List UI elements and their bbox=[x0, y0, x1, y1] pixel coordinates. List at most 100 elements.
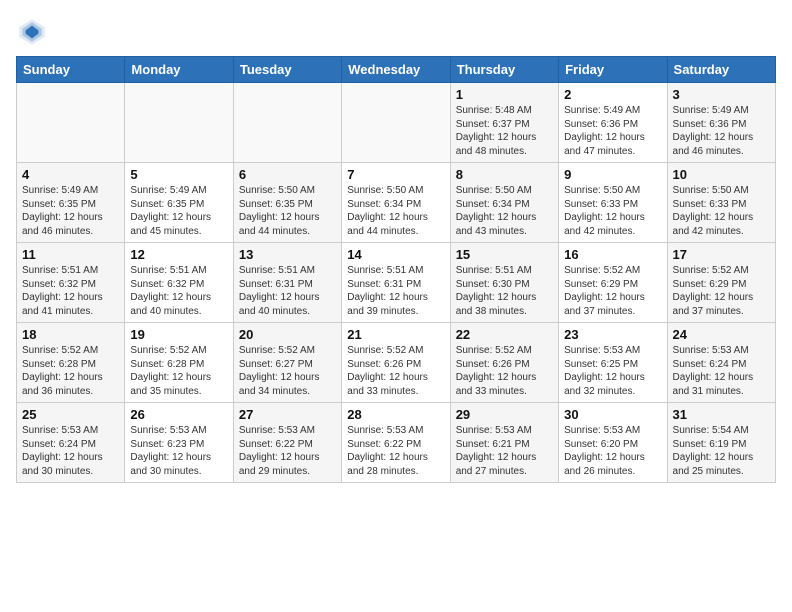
cell-content: Sunrise: 5:52 AM Sunset: 6:27 PM Dayligh… bbox=[239, 344, 336, 398]
cell-content: Sunrise: 5:51 AM Sunset: 6:31 PM Dayligh… bbox=[239, 264, 336, 318]
calendar-cell: 24Sunrise: 5:53 AM Sunset: 6:24 PM Dayli… bbox=[667, 323, 775, 403]
calendar-cell: 13 Sunrise: 5:51 AM Sunset: 6:31 PM Dayli… bbox=[233, 243, 341, 323]
calendar-week-1: 1 Sunrise: 5:48 AM Sunset: 6:37 PM Daylig… bbox=[17, 83, 776, 163]
calendar-header-wednesday: Wednesday bbox=[342, 57, 450, 83]
cell-content: Sunrise: 5:53 AM Sunset: 6:21 PM Dayligh… bbox=[456, 424, 553, 478]
cell-content: Sunrise: 5:52 AM Sunset: 6:29 PM Dayligh… bbox=[673, 264, 770, 318]
calendar-cell: 28 Sunrise: 5:53 AM Sunset: 6:22 PM Dayli… bbox=[342, 403, 450, 483]
day-number: 16 bbox=[564, 247, 661, 262]
calendar-header-saturday: Saturday bbox=[667, 57, 775, 83]
day-number: 7 bbox=[347, 167, 444, 182]
day-number: 2 bbox=[564, 87, 661, 102]
cell-content: Sunrise: 5:53 AM Sunset: 6:22 PM Dayligh… bbox=[347, 424, 444, 478]
day-number: 19 bbox=[130, 327, 227, 342]
calendar-header-thursday: Thursday bbox=[450, 57, 558, 83]
calendar-cell: 2 Sunrise: 5:49 AM Sunset: 6:36 PM Daylig… bbox=[559, 83, 667, 163]
calendar-cell: 8 Sunrise: 5:50 AM Sunset: 6:34 PM Daylig… bbox=[450, 163, 558, 243]
cell-content: Sunrise: 5:51 AM Sunset: 6:32 PM Dayligh… bbox=[22, 264, 119, 318]
day-number: 27 bbox=[239, 407, 336, 422]
calendar-cell: 19Sunrise: 5:52 AM Sunset: 6:28 PM Dayli… bbox=[125, 323, 233, 403]
calendar-header-row: SundayMondayTuesdayWednesdayThursdayFrid… bbox=[17, 57, 776, 83]
calendar-cell: 29 Sunrise: 5:53 AM Sunset: 6:21 PM Dayli… bbox=[450, 403, 558, 483]
day-number: 12 bbox=[130, 247, 227, 262]
calendar-cell: 18 Sunrise: 5:52 AM Sunset: 6:28 PM Dayli… bbox=[17, 323, 125, 403]
calendar-cell bbox=[342, 83, 450, 163]
day-number: 14 bbox=[347, 247, 444, 262]
day-number: 10 bbox=[673, 167, 770, 182]
cell-content: Sunrise: 5:48 AM Sunset: 6:37 PM Dayligh… bbox=[456, 104, 553, 158]
cell-content: Sunrise: 5:54 AM Sunset: 6:19 PM Dayligh… bbox=[673, 424, 770, 478]
calendar-cell: 20 Sunrise: 5:52 AM Sunset: 6:27 PM Dayli… bbox=[233, 323, 341, 403]
calendar-week-2: 4 Sunrise: 5:49 AM Sunset: 6:35 PM Daylig… bbox=[17, 163, 776, 243]
cell-content: Sunrise: 5:50 AM Sunset: 6:33 PM Dayligh… bbox=[564, 184, 661, 238]
calendar-header-friday: Friday bbox=[559, 57, 667, 83]
day-number: 13 bbox=[239, 247, 336, 262]
cell-content: Sunrise: 5:53 AM Sunset: 6:24 PM Dayligh… bbox=[22, 424, 119, 478]
day-number: 4 bbox=[22, 167, 119, 182]
day-number: 28 bbox=[347, 407, 444, 422]
day-number: 18 bbox=[22, 327, 119, 342]
calendar-cell: 17 Sunrise: 5:52 AM Sunset: 6:29 PM Dayli… bbox=[667, 243, 775, 323]
cell-content: Sunrise: 5:52 AM Sunset: 6:26 PM Dayligh… bbox=[347, 344, 444, 398]
day-number: 31 bbox=[673, 407, 770, 422]
cell-content: Sunrise: 5:49 AM Sunset: 6:35 PM Dayligh… bbox=[22, 184, 119, 238]
calendar-cell: 4 Sunrise: 5:49 AM Sunset: 6:35 PM Daylig… bbox=[17, 163, 125, 243]
cell-content: Sunrise: 5:53 AM Sunset: 6:23 PM Dayligh… bbox=[130, 424, 227, 478]
calendar-table: SundayMondayTuesdayWednesdayThursdayFrid… bbox=[16, 56, 776, 483]
calendar-header-tuesday: Tuesday bbox=[233, 57, 341, 83]
calendar-cell: 26Sunrise: 5:53 AM Sunset: 6:23 PM Dayli… bbox=[125, 403, 233, 483]
calendar-cell: 27 Sunrise: 5:53 AM Sunset: 6:22 PM Dayli… bbox=[233, 403, 341, 483]
cell-content: Sunrise: 5:50 AM Sunset: 6:34 PM Dayligh… bbox=[456, 184, 553, 238]
calendar-cell: 15 Sunrise: 5:51 AM Sunset: 6:30 PM Dayli… bbox=[450, 243, 558, 323]
cell-content: Sunrise: 5:52 AM Sunset: 6:28 PM Dayligh… bbox=[22, 344, 119, 398]
cell-content: Sunrise: 5:53 AM Sunset: 6:22 PM Dayligh… bbox=[239, 424, 336, 478]
calendar-cell: 21Sunrise: 5:52 AM Sunset: 6:26 PM Dayli… bbox=[342, 323, 450, 403]
day-number: 22 bbox=[456, 327, 553, 342]
calendar-cell: 5Sunrise: 5:49 AM Sunset: 6:35 PM Daylig… bbox=[125, 163, 233, 243]
cell-content: Sunrise: 5:51 AM Sunset: 6:32 PM Dayligh… bbox=[130, 264, 227, 318]
day-number: 8 bbox=[456, 167, 553, 182]
day-number: 15 bbox=[456, 247, 553, 262]
day-number: 11 bbox=[22, 247, 119, 262]
calendar-header-sunday: Sunday bbox=[17, 57, 125, 83]
cell-content: Sunrise: 5:49 AM Sunset: 6:35 PM Dayligh… bbox=[130, 184, 227, 238]
calendar-week-5: 25 Sunrise: 5:53 AM Sunset: 6:24 PM Dayli… bbox=[17, 403, 776, 483]
calendar-cell: 23Sunrise: 5:53 AM Sunset: 6:25 PM Dayli… bbox=[559, 323, 667, 403]
calendar-cell: 1 Sunrise: 5:48 AM Sunset: 6:37 PM Daylig… bbox=[450, 83, 558, 163]
cell-content: Sunrise: 5:53 AM Sunset: 6:25 PM Dayligh… bbox=[564, 344, 661, 398]
calendar-week-3: 11 Sunrise: 5:51 AM Sunset: 6:32 PM Dayli… bbox=[17, 243, 776, 323]
logo-icon bbox=[16, 16, 48, 48]
calendar-cell: 3 Sunrise: 5:49 AM Sunset: 6:36 PM Daylig… bbox=[667, 83, 775, 163]
calendar-cell: 14 Sunrise: 5:51 AM Sunset: 6:31 PM Dayli… bbox=[342, 243, 450, 323]
calendar-cell bbox=[233, 83, 341, 163]
calendar-cell: 6Sunrise: 5:50 AM Sunset: 6:35 PM Daylig… bbox=[233, 163, 341, 243]
calendar-header-monday: Monday bbox=[125, 57, 233, 83]
day-number: 25 bbox=[22, 407, 119, 422]
calendar-cell: 30Sunrise: 5:53 AM Sunset: 6:20 PM Dayli… bbox=[559, 403, 667, 483]
calendar-cell bbox=[17, 83, 125, 163]
day-number: 24 bbox=[673, 327, 770, 342]
calendar-cell: 9 Sunrise: 5:50 AM Sunset: 6:33 PM Daylig… bbox=[559, 163, 667, 243]
day-number: 29 bbox=[456, 407, 553, 422]
calendar-cell bbox=[125, 83, 233, 163]
day-number: 17 bbox=[673, 247, 770, 262]
cell-content: Sunrise: 5:50 AM Sunset: 6:33 PM Dayligh… bbox=[673, 184, 770, 238]
day-number: 1 bbox=[456, 87, 553, 102]
cell-content: Sunrise: 5:51 AM Sunset: 6:30 PM Dayligh… bbox=[456, 264, 553, 318]
day-number: 30 bbox=[564, 407, 661, 422]
calendar-cell: 22 Sunrise: 5:52 AM Sunset: 6:26 PM Dayli… bbox=[450, 323, 558, 403]
calendar-week-4: 18 Sunrise: 5:52 AM Sunset: 6:28 PM Dayli… bbox=[17, 323, 776, 403]
day-number: 20 bbox=[239, 327, 336, 342]
cell-content: Sunrise: 5:51 AM Sunset: 6:31 PM Dayligh… bbox=[347, 264, 444, 318]
calendar-cell: 12 Sunrise: 5:51 AM Sunset: 6:32 PM Dayli… bbox=[125, 243, 233, 323]
day-number: 6 bbox=[239, 167, 336, 182]
day-number: 9 bbox=[564, 167, 661, 182]
cell-content: Sunrise: 5:49 AM Sunset: 6:36 PM Dayligh… bbox=[673, 104, 770, 158]
calendar-cell: 31 Sunrise: 5:54 AM Sunset: 6:19 PM Dayli… bbox=[667, 403, 775, 483]
calendar-cell: 10 Sunrise: 5:50 AM Sunset: 6:33 PM Dayli… bbox=[667, 163, 775, 243]
calendar-cell: 7Sunrise: 5:50 AM Sunset: 6:34 PM Daylig… bbox=[342, 163, 450, 243]
cell-content: Sunrise: 5:52 AM Sunset: 6:26 PM Dayligh… bbox=[456, 344, 553, 398]
calendar-cell: 11 Sunrise: 5:51 AM Sunset: 6:32 PM Dayli… bbox=[17, 243, 125, 323]
day-number: 3 bbox=[673, 87, 770, 102]
cell-content: Sunrise: 5:49 AM Sunset: 6:36 PM Dayligh… bbox=[564, 104, 661, 158]
